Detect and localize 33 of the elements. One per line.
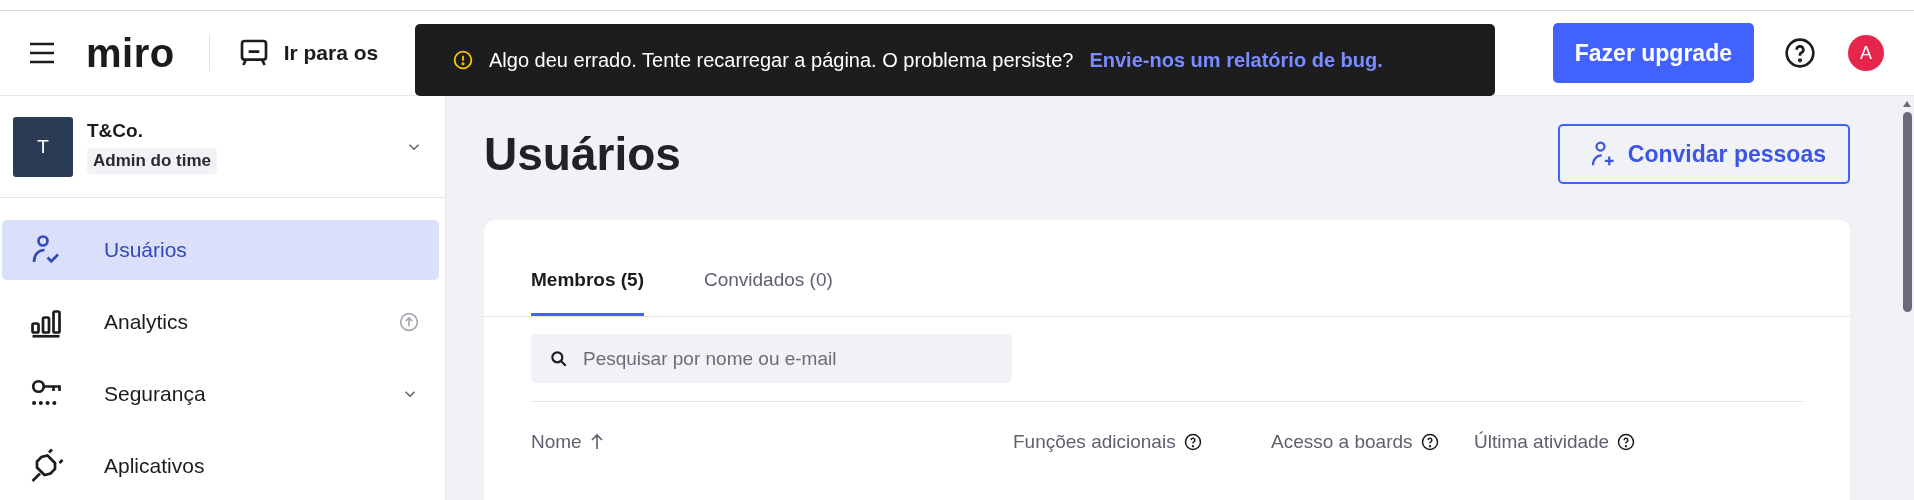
page-title: Usuários	[484, 127, 681, 181]
team-avatar: T	[13, 116, 73, 177]
logo[interactable]: miro	[86, 30, 175, 76]
tab[interactable]: Convidados (0)	[703, 269, 833, 316]
tab[interactable]: Membros (5)	[531, 269, 644, 316]
warning-icon	[453, 50, 473, 70]
column-header[interactable]: Última atividade	[1474, 431, 1610, 453]
search-icon	[549, 349, 569, 369]
search-field[interactable]: Pesquisar por nome ou e-mail	[531, 334, 1012, 383]
column-header[interactable]: Acesso a boards	[1271, 431, 1413, 453]
sidebar-item[interactable]: Segurança	[2, 364, 439, 424]
menu-icon[interactable]	[28, 41, 56, 65]
upgrade-button[interactable]: Fazer upgrade	[1552, 23, 1754, 83]
team-name: T&Co.	[87, 119, 143, 142]
sidebar-item[interactable]: Aplicativos	[2, 436, 439, 496]
scroll-up-icon[interactable]	[1902, 100, 1912, 108]
help-icon[interactable]	[1183, 433, 1202, 451]
scrollbar-thumb[interactable]	[1902, 112, 1912, 312]
scrollbar[interactable]	[1900, 96, 1914, 500]
sidebar-item[interactable]: Analytics	[2, 292, 439, 352]
help-button[interactable]	[1784, 37, 1816, 69]
help-icon[interactable]	[1617, 433, 1636, 451]
invite-button[interactable]: Convidar pessoas	[1557, 124, 1850, 184]
sort-up-icon[interactable]	[589, 433, 604, 451]
user-avatar[interactable]: A	[1848, 35, 1884, 71]
help-icon[interactable]	[1420, 433, 1439, 451]
error-message: Algo deu errado. Tente recarregar a página. O problema persiste?	[489, 48, 1074, 72]
role-badge: Admin do time	[87, 147, 218, 174]
column-header[interactable]: Nome	[531, 431, 582, 453]
sidebar-item[interactable]: Usuários	[2, 220, 439, 280]
bug-report-link[interactable]: Envie-nos um relatório de bug.	[1089, 48, 1383, 72]
column-header[interactable]: Funções adicionais	[1013, 431, 1176, 453]
boards-link[interactable]: Ir para os	[237, 37, 379, 69]
